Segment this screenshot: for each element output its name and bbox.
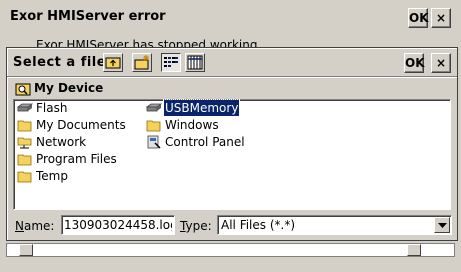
folder-up-icon: [105, 57, 121, 69]
error-window-title: Exor HMIServer error: [10, 9, 166, 24]
item-label: Program Files: [36, 152, 117, 166]
my-device-icon: [15, 83, 31, 96]
folder-icon: [17, 154, 32, 166]
toolbar-separator: [7, 76, 457, 78]
error-ok-button[interactable]: OK: [408, 8, 429, 28]
item-label: Control Panel: [165, 135, 245, 149]
error-horizontal-scrollbar[interactable]: [6, 243, 455, 257]
new-folder-icon: [134, 55, 149, 70]
error-titlebar: Exor HMIServer error OK ×: [0, 0, 461, 34]
folder-up-button[interactable]: [103, 53, 123, 72]
item-label: My Documents: [36, 118, 126, 132]
select-file-dialog: Select a file OK × My Device Flash My Do…: [6, 47, 458, 241]
item-label: Windows: [165, 118, 219, 132]
folder-icon: [17, 120, 32, 132]
dialog-ok-button[interactable]: OK: [404, 53, 425, 73]
list-view-button[interactable]: [161, 53, 181, 72]
new-folder-button[interactable]: [132, 53, 152, 72]
dropdown-button[interactable]: [434, 217, 450, 233]
error-close-button[interactable]: ×: [431, 8, 451, 28]
network-folder-icon: [17, 137, 32, 149]
location-label: My Device: [34, 81, 104, 95]
file-name-input[interactable]: [61, 215, 175, 235]
scroll-right-arrow[interactable]: [407, 244, 421, 256]
file-type-select[interactable]: All Files (*.*): [217, 215, 452, 235]
file-list: Flash My Documents Network Program Files: [13, 99, 451, 210]
folder-icon: [146, 120, 161, 132]
name-label: Name:: [15, 219, 55, 233]
file-type-value: All Files (*.*): [221, 218, 296, 232]
type-label: Type:: [180, 219, 212, 233]
item-label: Network: [36, 135, 87, 149]
control-panel-icon: [147, 135, 161, 149]
scroll-left-arrow[interactable]: [19, 244, 33, 256]
item-label: Temp: [36, 169, 68, 183]
dialog-title: Select a file: [13, 55, 107, 70]
folder-icon: [17, 171, 32, 183]
details-view-icon: [187, 55, 203, 70]
drive-icon: [17, 103, 33, 112]
list-view-icon: [164, 57, 178, 67]
dialog-close-button[interactable]: ×: [431, 53, 451, 73]
details-view-button[interactable]: [185, 53, 205, 72]
item-label: USBMemory: [162, 99, 241, 117]
item-label: Flash: [36, 101, 68, 115]
drive-icon: [146, 103, 162, 112]
chevron-down-icon: [438, 223, 447, 228]
